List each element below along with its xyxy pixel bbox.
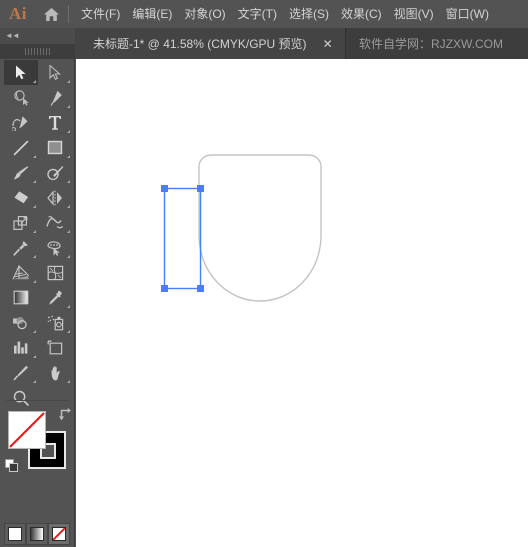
panel-collapse-button[interactable]: ◄◄ bbox=[0, 28, 75, 44]
menu-bar: Ai 文件(F) 编辑(E) 对象(O) 文字(T) 选择(S) 效果(C) 视… bbox=[0, 0, 528, 28]
slice-tool[interactable] bbox=[4, 360, 38, 385]
direct-selection-tool[interactable] bbox=[38, 60, 72, 85]
reflect-tool[interactable] bbox=[38, 185, 72, 210]
artwork-layer bbox=[161, 154, 322, 302]
swap-fill-stroke-icon[interactable] bbox=[58, 407, 72, 421]
flyout-corner-icon bbox=[33, 80, 36, 83]
close-icon[interactable]: ✕ bbox=[323, 38, 333, 50]
flyout-corner-icon bbox=[33, 205, 36, 208]
selection-handle-bl[interactable] bbox=[161, 285, 168, 292]
selection-handle-tl[interactable] bbox=[161, 185, 168, 192]
flyout-corner-icon bbox=[67, 330, 70, 333]
flyout-corner-icon bbox=[33, 155, 36, 158]
shape-builder-tool[interactable] bbox=[38, 235, 72, 260]
menu-type[interactable]: 文字(T) bbox=[232, 4, 283, 24]
eyedropper-tool[interactable] bbox=[38, 285, 72, 310]
document-tab[interactable]: 未标题-1* @ 41.58% (CMYK/GPU 预览) ✕ bbox=[75, 28, 346, 59]
flyout-corner-icon bbox=[67, 180, 70, 183]
flyout-corner-icon bbox=[67, 230, 70, 233]
solid-color-icon bbox=[8, 527, 22, 541]
gradient-fill-icon bbox=[30, 527, 44, 541]
document-tab-bar: ◄◄ 未标题-1* @ 41.58% (CMYK/GPU 预览) ✕ 软件自学网… bbox=[0, 28, 528, 59]
selection-handle-br[interactable] bbox=[197, 285, 204, 292]
none-slash-icon bbox=[9, 412, 45, 448]
puppet-warp-tool[interactable] bbox=[4, 235, 38, 260]
fill-stroke-controls bbox=[4, 407, 72, 477]
toolbar-drag-grip[interactable] bbox=[0, 44, 75, 59]
rounded-u-shape-path bbox=[198, 154, 322, 302]
width-tool[interactable] bbox=[38, 210, 72, 235]
flyout-corner-icon bbox=[67, 380, 70, 383]
illustrator-window: Ai 文件(F) 编辑(E) 对象(O) 文字(T) 选择(S) 效果(C) 视… bbox=[0, 0, 528, 547]
default-fill-stroke-icon[interactable] bbox=[5, 459, 19, 473]
paintbrush-tool[interactable] bbox=[4, 160, 38, 185]
none-mode-button[interactable] bbox=[48, 523, 70, 545]
pen-tool[interactable] bbox=[38, 85, 72, 110]
scale-tool[interactable] bbox=[4, 210, 38, 235]
flyout-corner-icon bbox=[67, 255, 70, 258]
line-segment-tool[interactable] bbox=[4, 135, 38, 160]
flyout-corner-icon bbox=[33, 280, 36, 283]
flyout-corner-icon bbox=[67, 305, 70, 308]
flyout-corner-icon bbox=[67, 205, 70, 208]
blend-tool[interactable] bbox=[4, 310, 38, 335]
document-tab-title: 未标题-1* @ 41.58% (CMYK/GPU 预览) bbox=[93, 37, 307, 51]
tool-grid bbox=[4, 60, 72, 410]
gradient-mode-button[interactable] bbox=[26, 523, 48, 545]
none-fill-icon bbox=[52, 527, 66, 541]
flyout-corner-icon bbox=[67, 105, 70, 108]
shaper-tool[interactable] bbox=[38, 160, 72, 185]
menu-window[interactable]: 窗口(W) bbox=[440, 4, 495, 24]
artboard-tool[interactable] bbox=[38, 335, 72, 360]
selection-bounding-box[interactable] bbox=[161, 185, 204, 292]
color-mode-button[interactable] bbox=[4, 523, 26, 545]
selection-handle-tr[interactable] bbox=[197, 185, 204, 192]
curvature-tool[interactable] bbox=[4, 110, 38, 135]
flyout-corner-icon bbox=[33, 180, 36, 183]
watermark-label: 软件自学网：RJZXW.COM bbox=[349, 28, 503, 59]
menu-view[interactable]: 视图(V) bbox=[388, 4, 440, 24]
watermark-text: 软件自学网：RJZXW.COM bbox=[359, 37, 503, 51]
tools-panel bbox=[0, 59, 75, 547]
artboard-canvas[interactable] bbox=[76, 59, 528, 547]
app-logo: Ai bbox=[9, 4, 27, 23]
collapse-chevrons-icon: ◄◄ bbox=[5, 31, 20, 40]
gradient-tool[interactable] bbox=[4, 285, 38, 310]
flyout-corner-icon bbox=[33, 380, 36, 383]
menu-divider bbox=[68, 5, 69, 23]
flyout-corner-icon bbox=[33, 230, 36, 233]
paint-mode-row bbox=[4, 523, 72, 547]
type-tool[interactable] bbox=[38, 110, 72, 135]
menu-effect[interactable]: 效果(C) bbox=[335, 4, 388, 24]
column-graph-tool[interactable] bbox=[4, 335, 38, 360]
home-icon[interactable] bbox=[36, 0, 66, 28]
flyout-corner-icon bbox=[67, 155, 70, 158]
toolbar-divider bbox=[6, 400, 68, 401]
menu-select[interactable]: 选择(S) bbox=[283, 4, 335, 24]
menu-edit[interactable]: 编辑(E) bbox=[126, 4, 178, 24]
flyout-corner-icon bbox=[67, 130, 70, 133]
flyout-corner-icon bbox=[33, 355, 36, 358]
menu-file[interactable]: 文件(F) bbox=[75, 4, 126, 24]
symbol-sprayer-tool[interactable] bbox=[38, 310, 72, 335]
fill-swatch[interactable] bbox=[8, 411, 46, 449]
flyout-corner-icon bbox=[33, 255, 36, 258]
hand-tool[interactable] bbox=[38, 360, 72, 385]
grip-dots-icon bbox=[24, 48, 51, 55]
mesh-tool[interactable] bbox=[38, 260, 72, 285]
selection-tool[interactable] bbox=[4, 60, 38, 85]
magic-wand-tool[interactable] bbox=[4, 85, 38, 110]
selection-rect bbox=[163, 187, 202, 290]
flyout-corner-icon bbox=[67, 80, 70, 83]
eraser-tool[interactable] bbox=[4, 185, 38, 210]
flyout-corner-icon bbox=[33, 330, 36, 333]
rectangle-tool[interactable] bbox=[38, 135, 72, 160]
perspective-grid-tool[interactable] bbox=[4, 260, 38, 285]
menu-object[interactable]: 对象(O) bbox=[178, 4, 231, 24]
